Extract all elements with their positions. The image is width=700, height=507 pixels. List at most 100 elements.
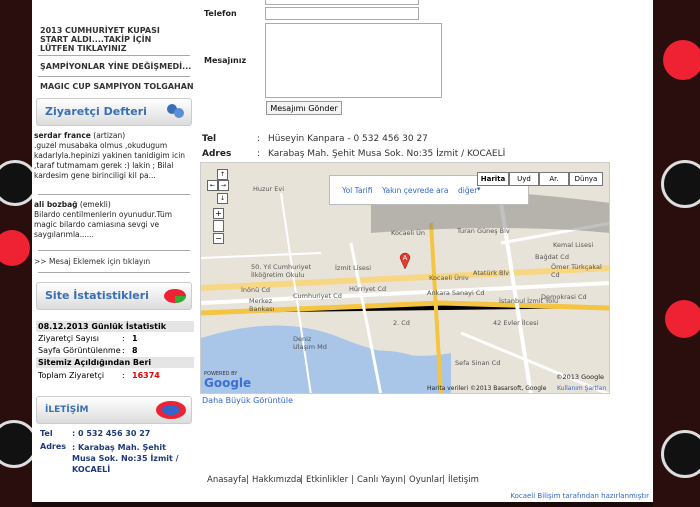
guestbook-header: Ziyaretçi Defteri bbox=[36, 98, 192, 126]
divider bbox=[38, 194, 190, 195]
message-textarea[interactable] bbox=[265, 23, 442, 98]
map-pan-control[interactable]: ↑ ← → ↓ bbox=[207, 169, 235, 209]
map-label: İnönü Cd bbox=[241, 286, 270, 294]
footer-link-games[interactable]: Oyunlar bbox=[409, 475, 443, 485]
pan-right-icon[interactable]: → bbox=[218, 180, 229, 191]
billiard-ball-decoration bbox=[0, 230, 30, 266]
more-link[interactable]: diğer bbox=[458, 186, 477, 195]
map-label: Demokrasi Cd bbox=[541, 293, 587, 301]
directions-link[interactable]: Yol Tarifi bbox=[342, 186, 372, 195]
map-label: 2. Cd bbox=[393, 319, 410, 327]
billiard-ball-decoration bbox=[663, 40, 700, 80]
stats-separator: : bbox=[122, 346, 125, 355]
map-marker-icon[interactable]: A bbox=[399, 251, 411, 270]
divider bbox=[38, 55, 190, 56]
background-right bbox=[653, 0, 700, 507]
email-field[interactable] bbox=[265, 0, 419, 5]
stats-row: Sayfa Görüntülenme : 8 bbox=[36, 345, 192, 356]
footer-separator: | bbox=[351, 475, 354, 485]
chevron-down-icon: ▾ bbox=[477, 185, 481, 193]
footer-link-contact[interactable]: İletişim bbox=[448, 475, 479, 485]
pan-down-icon[interactable]: ↓ bbox=[217, 193, 228, 204]
map-label: Kocaeli Üniv bbox=[429, 274, 469, 282]
map-type-controls: Harita Uyd Ar. Dünya bbox=[477, 172, 603, 186]
google-logo[interactable]: Google bbox=[204, 376, 251, 390]
divider bbox=[38, 76, 190, 77]
phone-label: Telefon bbox=[204, 9, 237, 18]
search-nearby-link[interactable]: Yakın çevrede ara bbox=[382, 186, 448, 195]
map-label: Bağdat Cd bbox=[535, 253, 569, 261]
news-item[interactable]: 2013 CUMHURİYET KUPASI START ALDI....TAK… bbox=[40, 26, 180, 53]
zoom-out-icon[interactable]: − bbox=[213, 233, 224, 244]
footer-link-live[interactable]: Canlı Yayın bbox=[357, 475, 403, 485]
map-type-arazi[interactable]: Ar. bbox=[539, 172, 569, 186]
background-left bbox=[0, 0, 38, 507]
footer-separator: | bbox=[300, 475, 303, 485]
phone-field[interactable] bbox=[265, 7, 419, 20]
pan-up-icon[interactable]: ↑ bbox=[217, 169, 228, 180]
pan-left-icon[interactable]: ← bbox=[207, 180, 218, 191]
guestbook-title: Ziyaretçi Defteri bbox=[45, 105, 147, 118]
stats-date-row: 08.12.2013 Günlük İstatistik bbox=[36, 321, 194, 332]
map-label: Merkez Bankası bbox=[249, 297, 275, 313]
map-label: Kemal Lisesi bbox=[553, 241, 594, 249]
stats-label: Toplam Ziyaretçi bbox=[38, 371, 105, 380]
zoom-in-icon[interactable]: + bbox=[213, 208, 224, 219]
guestbook-author-tag: (emekli) bbox=[79, 200, 111, 209]
stats-value: 8 bbox=[132, 346, 138, 355]
info-tel-value: Hüseyin Kanpara - 0 532 456 30 27 bbox=[268, 134, 428, 144]
info-address: Adres : Karabaş Mah. Şehit Musa Sok. No:… bbox=[202, 149, 505, 159]
info-separator: : bbox=[257, 134, 261, 144]
guestbook-author-tag: (artizan) bbox=[93, 131, 126, 140]
submit-button[interactable]: Mesajımı Gönder bbox=[266, 101, 342, 115]
guestbook-message: .guzel musabaka olmus ,okudugum kadarlyl… bbox=[34, 141, 186, 180]
svg-text:A: A bbox=[403, 255, 408, 262]
contact-address-value: : Karabaş Mah. Şehit Musa Sok. No:35 İzm… bbox=[72, 443, 179, 474]
bigger-map-link[interactable]: Daha Büyük Görüntüle bbox=[202, 396, 293, 405]
footer-separator: | bbox=[442, 475, 445, 485]
guestbook-entry: serdar france (artizan) .guzel musabaka … bbox=[34, 131, 192, 181]
map-label: Sefa Sinan Cd bbox=[455, 359, 501, 367]
stats-separator: : bbox=[122, 371, 125, 380]
map-label: Atatürk Blv bbox=[473, 269, 510, 277]
map-label: Hürriyet Cd bbox=[349, 285, 387, 293]
credit-link[interactable]: Kocaeli Bilişim tarafından hazırlanmıştı… bbox=[510, 492, 649, 500]
add-message-link[interactable]: >> Mesaj Eklemek için tıklayın bbox=[34, 257, 150, 266]
stats-since-row: Sitemiz Açıldığından Beri bbox=[36, 357, 194, 368]
news-item[interactable]: MAGIC CUP ŞAMPİYON TOLGAHAN bbox=[40, 82, 194, 89]
contact-address: Adres : Karabaş Mah. Şehit Musa Sok. No:… bbox=[40, 442, 179, 474]
map-label: Ömer Türkçakal Cd bbox=[551, 263, 602, 279]
stats-total-value: 16374 bbox=[132, 371, 160, 380]
info-address-value: Karabaş Mah. Şehit Musa Sok. No:35 İzmit… bbox=[268, 149, 506, 159]
stats-header: Site İstatistikleri bbox=[36, 282, 192, 310]
map-label: İzmit Lisesi bbox=[335, 264, 372, 272]
map-type-uydu[interactable]: Uyd bbox=[509, 172, 539, 186]
guestbook-entry: ali bozbağ (emekli) Bilardo centilmenler… bbox=[34, 200, 192, 240]
footer-link-about[interactable]: Hakkımızda bbox=[252, 475, 302, 485]
divider bbox=[38, 250, 190, 251]
zoom-slider[interactable] bbox=[213, 220, 224, 232]
contact-header: İLETİŞİM bbox=[36, 396, 192, 424]
stats-total-row: Toplam Ziyaretçi : 16374 bbox=[36, 370, 192, 381]
map-type-harita[interactable]: Harita bbox=[477, 172, 509, 186]
map-label: Huzur Evi bbox=[253, 185, 285, 193]
billiard-ball-decoration bbox=[661, 160, 700, 208]
billiard-ball-decoration bbox=[665, 300, 700, 338]
news-item[interactable]: ŞAMPİYONLAR YİNE DEĞİŞMEDİ... bbox=[40, 62, 191, 71]
map-type-dunya[interactable]: Dünya bbox=[569, 172, 603, 186]
sidebar: 2013 CUMHURİYET KUPASI START ALDI....TAK… bbox=[32, 0, 194, 502]
google-map[interactable]: Yol Tarifi Yakın çevrede ara diğer ▾ Har… bbox=[200, 162, 610, 394]
contact-address-label: Adres bbox=[40, 442, 67, 451]
contact-tel-label: Tel bbox=[40, 429, 53, 438]
info-tel-label: Tel bbox=[202, 134, 217, 144]
guestbook-message: Bilardo centilmenlerin oyunudur.Tüm magi… bbox=[34, 210, 173, 239]
footer-link-events[interactable]: Etkinlikler bbox=[306, 475, 348, 485]
map-terms-link[interactable]: Kullanım Şartları bbox=[557, 385, 606, 392]
map-label: Turan Güneş Blv bbox=[457, 227, 510, 235]
footer-link-home[interactable]: Anasayfa bbox=[207, 475, 246, 485]
main-content: Telefon Mesajınız Mesajımı Gönder Tel : … bbox=[200, 0, 650, 502]
message-label: Mesajınız bbox=[204, 56, 247, 65]
map-label: 42 Evler İlcesi bbox=[493, 319, 539, 327]
stats-label: Ziyaretçi Sayısı bbox=[38, 334, 100, 343]
footer-separator: | bbox=[403, 475, 406, 485]
